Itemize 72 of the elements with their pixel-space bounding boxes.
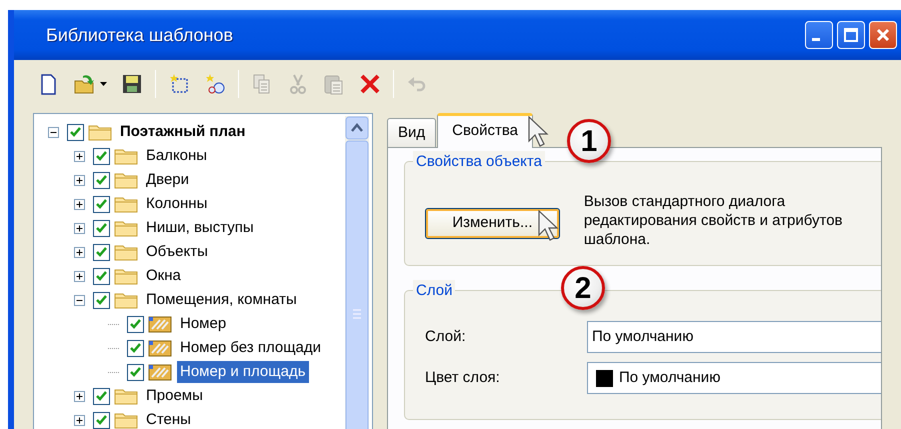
close-button[interactable] [869,21,897,49]
checked-checkbox[interactable] [93,388,110,404]
description-text: Вызов стандартного диалога редактирования свойств и атрибутов шаблона. [584,192,844,249]
tree-item[interactable]: Поэтажный план [117,120,248,144]
checked-checkbox[interactable] [93,292,110,308]
tree-item[interactable]: Помещения, комнаты [143,288,300,312]
tab[interactable]: Свойства [437,112,534,148]
checked-checkbox[interactable] [127,340,144,356]
expand-icon[interactable] [74,150,85,162]
text-field[interactable]: По умолчанию [587,321,881,353]
folder-icon [114,411,138,429]
checked-checkbox[interactable] [93,244,110,260]
folder-icon [114,219,138,237]
window-title: Библиотека шаблонов [46,24,234,46]
dropdown-caret-icon [100,82,107,86]
open-folder-icon [74,73,96,95]
checked-checkbox[interactable] [93,172,110,188]
expand-icon[interactable] [74,222,85,234]
expand-icon[interactable] [74,246,85,258]
folder-icon [114,243,138,261]
expand-icon[interactable] [74,390,85,402]
folder-icon [114,171,138,189]
collapse-icon[interactable] [48,126,59,138]
tree-item[interactable]: Номер без площади [177,336,324,360]
checked-checkbox[interactable] [127,364,144,380]
mouse-cursor-icon [538,210,560,242]
folder-icon [114,267,138,285]
checked-checkbox[interactable] [93,220,110,236]
tree-item[interactable]: Проемы [143,384,206,408]
tree-item[interactable]: Объекты [143,240,211,264]
folder-icon [114,291,138,309]
field-label: Слой: [425,326,467,347]
minimize-button[interactable] [805,21,833,49]
close-icon [875,27,891,43]
checked-checkbox[interactable] [93,148,110,164]
expand-icon[interactable] [74,414,85,426]
checked-checkbox[interactable] [67,124,84,140]
checked-checkbox[interactable] [93,268,110,284]
expand-icon[interactable] [74,270,85,282]
folder-icon [88,123,112,141]
hatched-pattern-icon [148,338,172,358]
folder-icon [114,147,138,165]
tree-item[interactable]: Номер и площадь [177,360,309,384]
tree-item[interactable]: Колонны [143,192,210,216]
expand-icon[interactable] [74,198,85,210]
folder-icon [114,387,138,405]
checked-checkbox[interactable] [127,316,144,332]
expand-icon[interactable] [74,174,85,186]
maximize-icon [843,27,859,43]
hatched-pattern-icon [148,314,172,334]
callout-number: 1 [567,119,611,163]
maximize-button[interactable] [837,21,865,49]
scissors-icon [287,73,309,95]
tree-item[interactable]: Окна [143,264,184,288]
tree-item[interactable]: Двери [143,168,192,192]
new-item-icon [168,73,190,95]
delete-x-icon [359,73,381,95]
clipboard-icon [323,73,345,95]
checked-checkbox[interactable] [93,412,110,428]
tree-item[interactable]: Балконы [143,144,210,168]
checked-checkbox[interactable] [93,196,110,212]
collapse-icon[interactable] [74,294,85,306]
tab[interactable]: Вид [387,118,436,147]
tree-item[interactable]: Номер [177,312,230,336]
minimize-icon [812,38,820,41]
folder-icon [114,195,138,213]
new-group-icon [204,73,226,95]
hatched-pattern-icon [148,362,172,382]
field-label: Цвет слоя: [425,368,501,388]
color-select-field[interactable]: По умолчанию [587,362,881,394]
tree-item[interactable]: Ниши, выступы [143,216,257,240]
tree-item[interactable]: Стены [143,408,194,429]
